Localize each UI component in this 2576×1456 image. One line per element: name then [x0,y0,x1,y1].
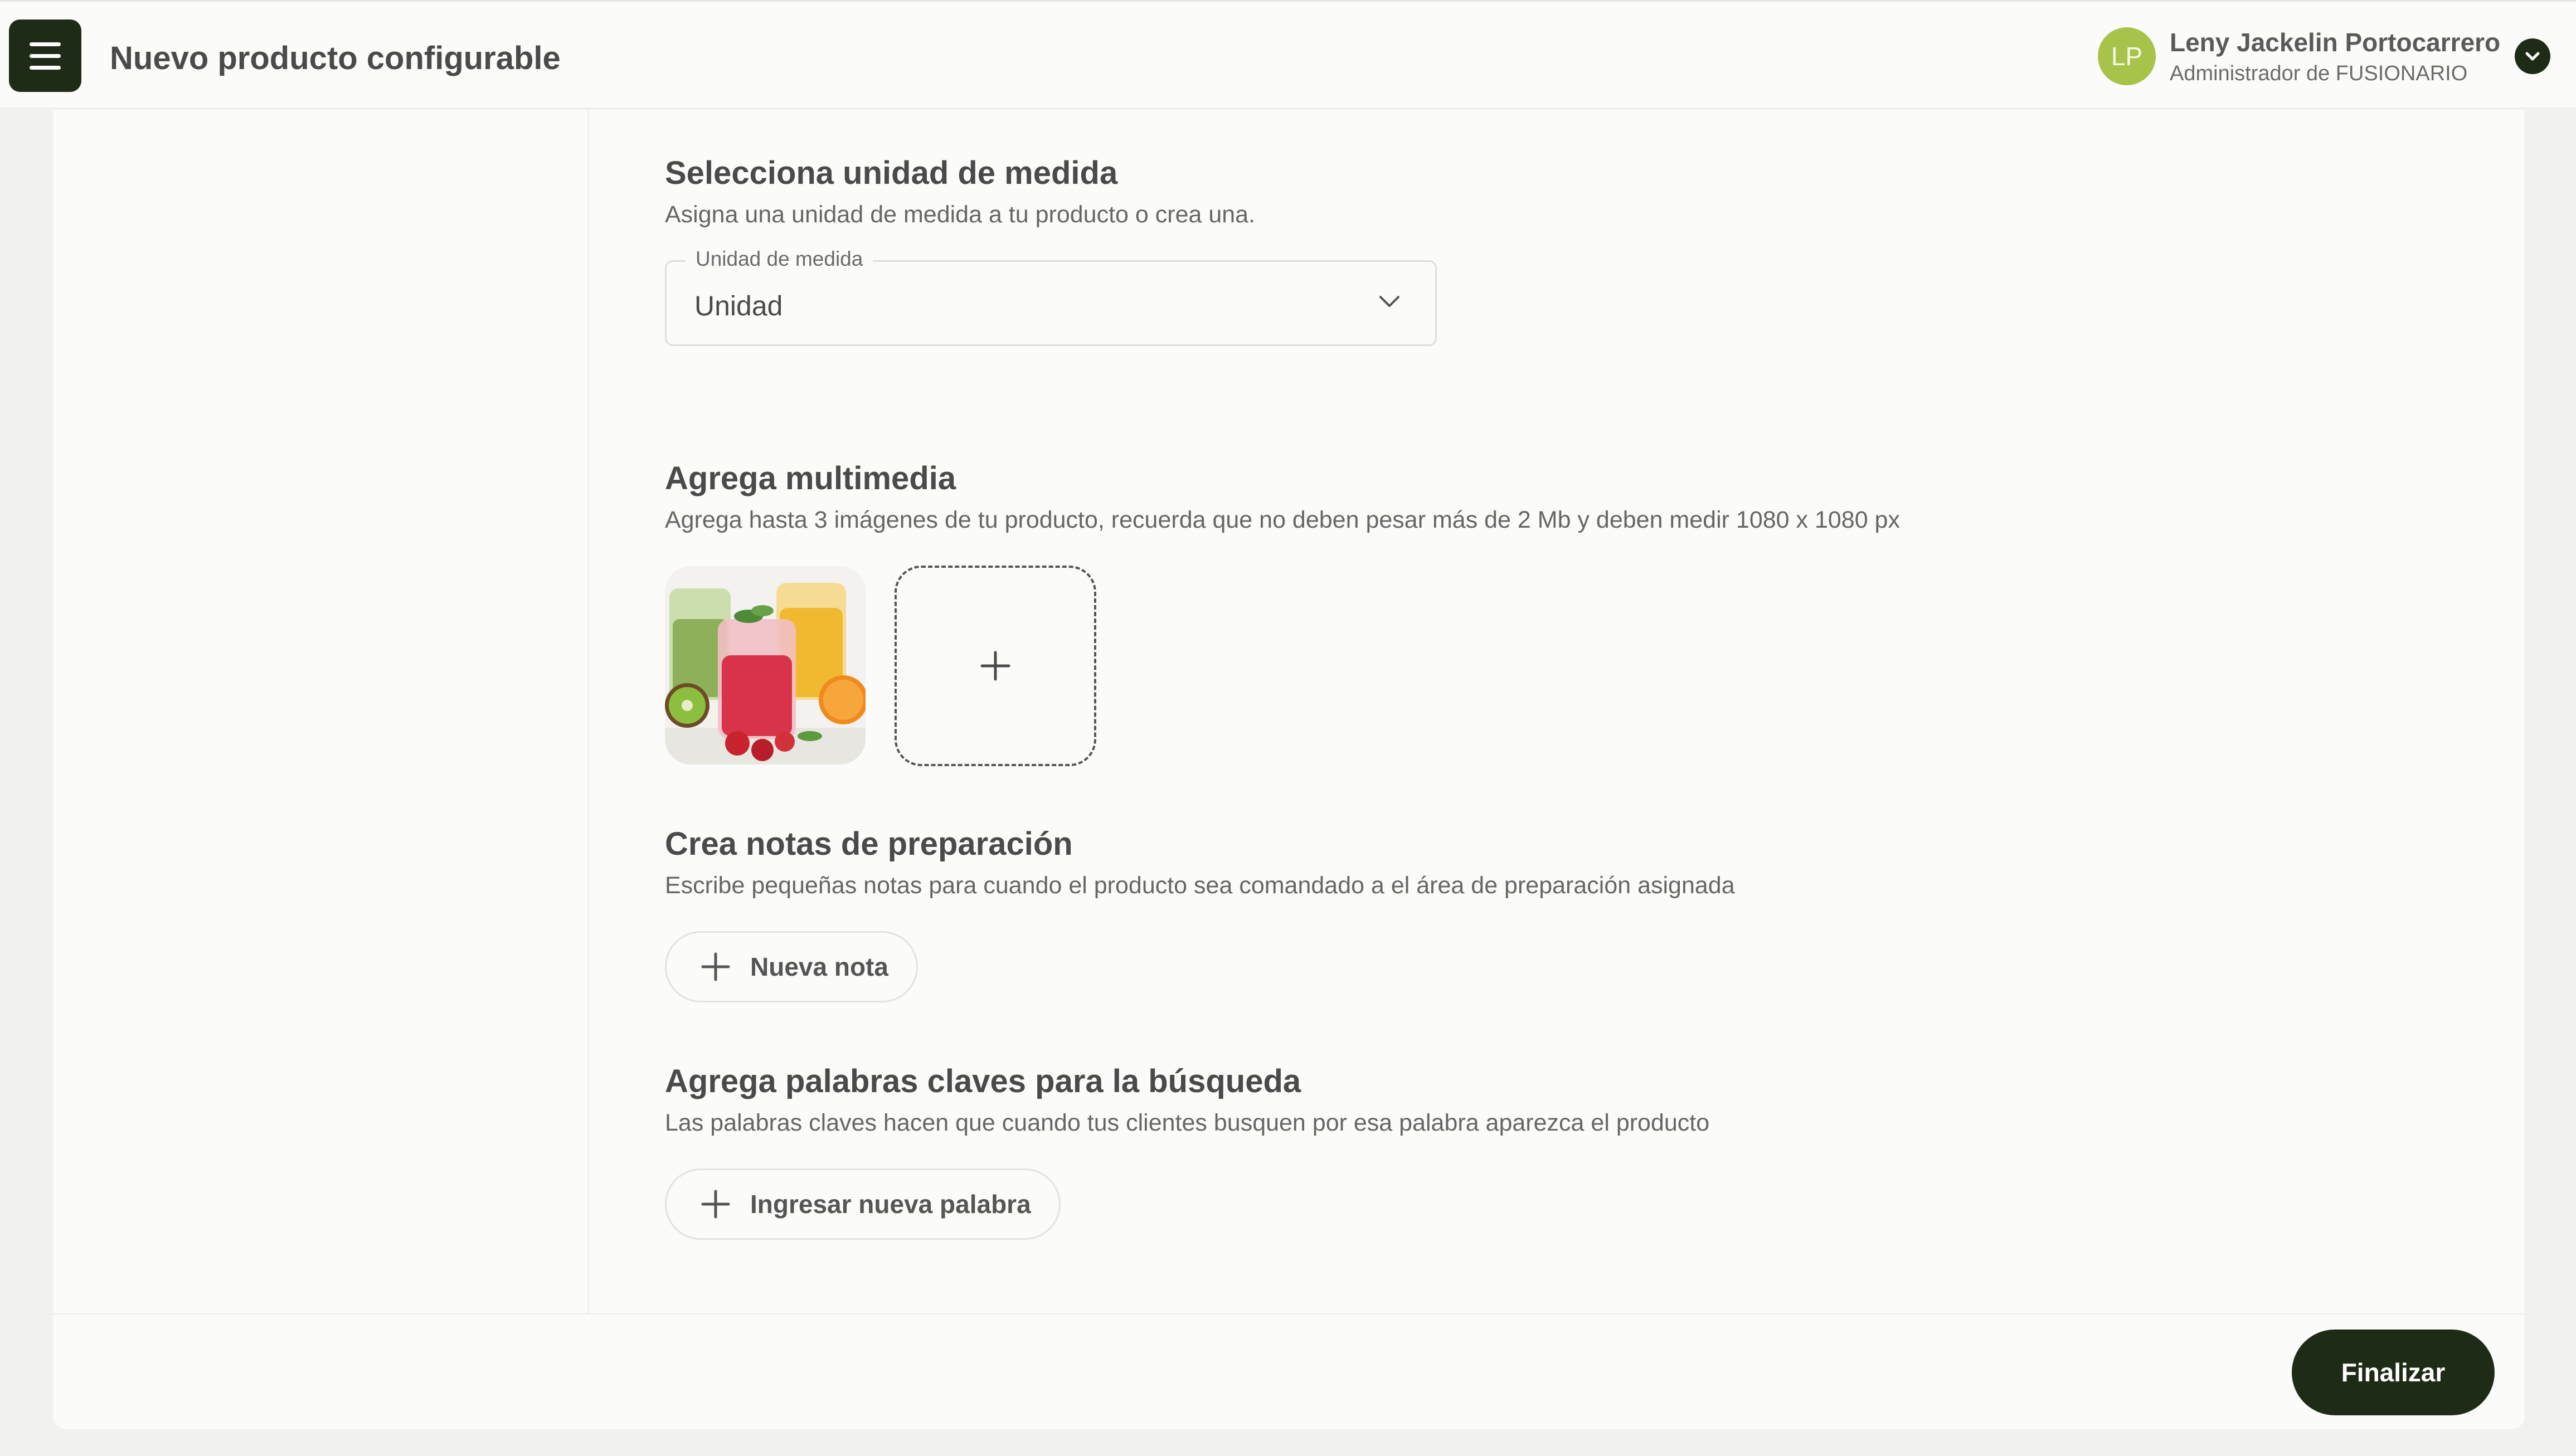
media-section-description: Agrega hasta 3 imágenes de tu producto, … [665,507,1900,533]
new-note-label: Nueva nota [750,952,888,981]
add-image-button[interactable] [895,566,1096,766]
avatar[interactable]: LP [2098,27,2156,85]
unit-select-value: Unidad [694,290,783,322]
side-column [53,110,589,1313]
menu-icon-line [30,42,61,46]
plus-icon [701,1190,730,1219]
keywords-section-description: Las palabras claves hacen que cuando tus… [665,1109,1710,1136]
unit-select[interactable]: Unidad de medida Unidad [665,247,1437,346]
menu-icon-line [30,65,61,70]
plus-icon [701,952,730,981]
add-keyword-button[interactable]: Ingresar nueva palabra [665,1168,1061,1240]
footer-divider [53,1313,2525,1314]
chevron-down-icon [1379,296,1399,307]
top-bar: Nuevo producto configurable LP Leny Jack… [0,0,2576,109]
new-note-button[interactable]: Nueva nota [665,931,918,1002]
notes-section-description: Escribe pequeñas notas para cuando el pr… [665,872,1735,899]
user-role: Administrador de FUSIONARIO [2170,62,2468,85]
user-name: Leny Jackelin Portocarrero [2170,28,2501,57]
finish-button[interactable]: Finalizar [2292,1330,2495,1415]
keywords-section-title: Agrega palabras claves para la búsqueda [665,1063,1301,1099]
add-keyword-label: Ingresar nueva palabra [750,1190,1031,1219]
unit-select-label: Unidad de medida [686,247,873,271]
unit-section-title: Selecciona unidad de medida [665,155,1118,191]
product-image-thumbnail[interactable] [665,566,866,764]
page-title: Nuevo producto configurable [110,40,561,76]
product-image [665,566,866,764]
menu-button[interactable] [9,20,81,92]
user-menu-button[interactable] [2515,38,2550,74]
media-section-title: Agrega multimedia [665,460,956,496]
notes-section-title: Crea notas de preparación [665,826,1073,862]
unit-section-description: Asigna una unidad de medida a tu product… [665,201,1256,228]
chevron-down-icon [2525,52,2540,61]
menu-icon-line [30,53,61,58]
plus-icon [980,651,1010,681]
